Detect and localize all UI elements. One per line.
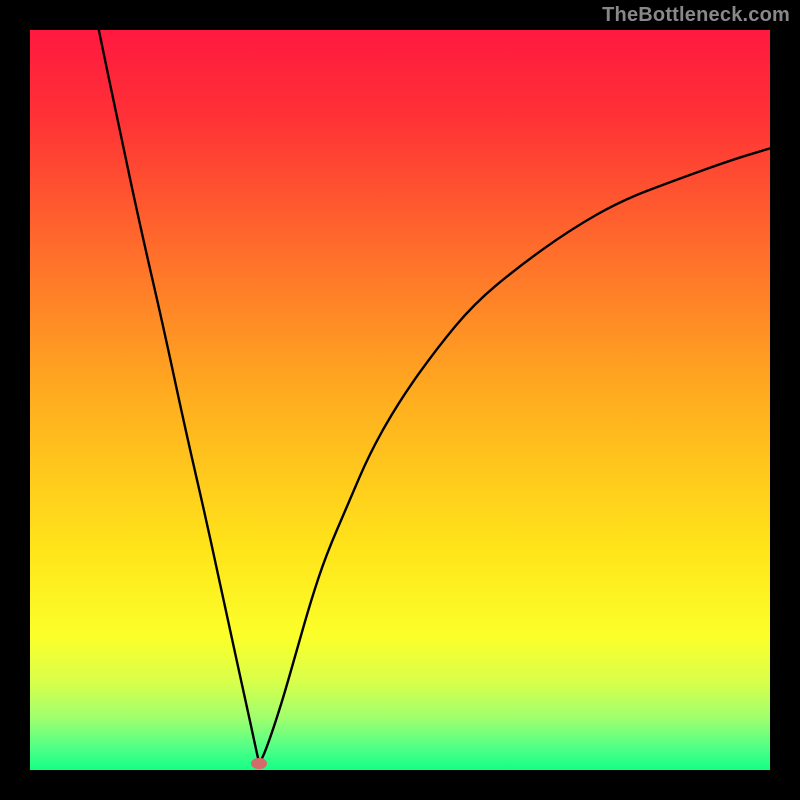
chart-svg (30, 30, 770, 770)
plot-area (30, 30, 770, 770)
watermark-text: TheBottleneck.com (602, 4, 790, 27)
chart-frame: TheBottleneck.com (0, 0, 800, 800)
